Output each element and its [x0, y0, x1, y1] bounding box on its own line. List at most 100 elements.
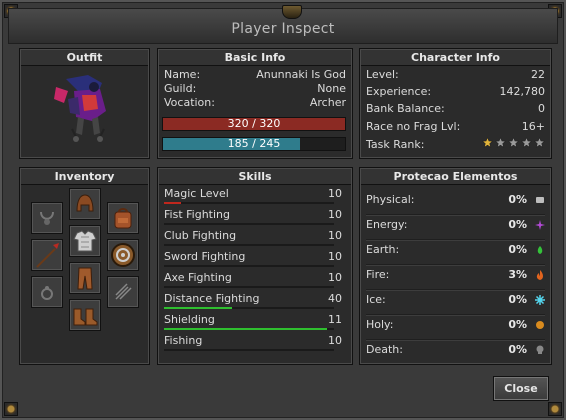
mana-bar: 185 / 245 — [162, 137, 346, 151]
ring-slot[interactable] — [31, 276, 63, 308]
skill-name: Fishing — [164, 334, 203, 347]
skill-name: Shielding — [164, 313, 215, 326]
character-info-header: Character Info — [361, 50, 550, 66]
skill-progress-track — [164, 223, 334, 225]
star-empty-icon — [495, 137, 506, 148]
skill-row: Fist Fighting 10 — [162, 207, 346, 228]
element-value: 0% — [508, 293, 527, 306]
legs-slot[interactable] — [69, 262, 101, 294]
element-value: 0% — [508, 343, 527, 356]
window-title: Player Inspect — [231, 21, 335, 37]
amulet-slot[interactable] — [31, 202, 63, 234]
element-value: 0% — [508, 243, 527, 256]
bank-balance-row: Bank Balance: 0 — [366, 101, 545, 117]
character-outfit-icon — [54, 75, 106, 142]
skill-row: Club Fighting 10 — [162, 228, 346, 249]
backpack-slot[interactable] — [107, 202, 139, 234]
corner-ornament-icon — [4, 402, 18, 416]
star-filled-icon — [482, 137, 493, 148]
star-empty-icon — [508, 137, 519, 148]
round-shield-icon — [111, 243, 135, 267]
element-name: Fire: — [366, 268, 390, 281]
skill-name: Sword Fighting — [164, 250, 246, 263]
leather-boots-icon — [73, 308, 98, 326]
skill-progress-track — [164, 265, 334, 267]
elements-header: Protecao Elementos — [361, 169, 550, 185]
skill-name: Axe Fighting — [164, 271, 232, 284]
level-label: Level: — [366, 68, 399, 81]
skill-progress-bar — [164, 307, 232, 309]
element-row: Energy: 0% — [366, 215, 545, 240]
skill-row: Axe Fighting 10 — [162, 270, 346, 291]
skill-level: 10 — [328, 187, 342, 200]
skill-level: 10 — [328, 250, 342, 263]
armor-slot[interactable] — [69, 225, 101, 257]
element-name: Ice: — [366, 293, 386, 306]
skill-progress-track — [164, 286, 334, 288]
element-value: 0% — [508, 318, 527, 331]
skill-progress-bar — [164, 202, 181, 204]
earth-icon — [537, 246, 543, 254]
elements-panel: Protecao Elementos Physical: 0% Energy: 0% E… — [359, 167, 552, 365]
skill-row: Shielding 11 — [162, 312, 346, 333]
skill-row: Magic Level 10 — [162, 186, 346, 207]
basic-info-panel: Basic Info Name: Anunnaki Is God Guild: … — [157, 48, 353, 159]
element-row: Death: 0% — [366, 340, 545, 365]
skill-progress-track — [164, 244, 334, 246]
bank-balance-label: Bank Balance: — [366, 102, 445, 115]
shield-slot[interactable] — [107, 239, 139, 271]
element-value: 0% — [508, 193, 527, 206]
element-row: Fire: 3% — [366, 265, 545, 290]
outfit-panel: Outfit — [19, 48, 150, 159]
close-button[interactable]: Close — [493, 376, 549, 401]
helmet-slot[interactable] — [69, 188, 101, 220]
ammo-slot[interactable] — [107, 276, 139, 308]
ring-icon — [41, 286, 53, 300]
level-row: Level: 22 — [366, 67, 545, 83]
skill-level: 10 — [328, 334, 342, 347]
race-frag-label: Race no Frag Lvl: — [366, 120, 461, 133]
fist-icon — [536, 197, 544, 203]
race-frag-row: Race no Frag Lvl: 16+ — [366, 119, 545, 135]
skill-level: 40 — [328, 292, 342, 305]
inventory-panel: Inventory — [19, 167, 150, 365]
skill-row: Fishing 10 — [162, 333, 346, 354]
skill-progress-track — [164, 202, 334, 204]
basic-info-header: Basic Info — [159, 50, 351, 66]
element-value: 3% — [508, 268, 527, 281]
leather-legs-icon — [77, 267, 93, 290]
title-bar[interactable]: Player Inspect — [8, 5, 558, 44]
element-name: Death: — [366, 343, 403, 356]
vocation-label: Vocation: — [164, 96, 215, 109]
experience-value: 142,780 — [499, 85, 546, 98]
skill-level: 10 — [328, 208, 342, 221]
death-icon — [536, 345, 544, 354]
skill-progress-track — [164, 307, 334, 309]
experience-label: Experience: — [366, 85, 432, 98]
element-name: Holy: — [366, 318, 394, 331]
star-empty-icon — [534, 137, 545, 148]
corner-ornament-icon — [548, 402, 562, 416]
vocation-value: Archer — [309, 96, 346, 109]
skill-name: Distance Fighting — [164, 292, 260, 305]
necklace-icon — [40, 211, 54, 225]
element-row: Holy: 0% — [366, 315, 545, 340]
experience-row: Experience: 142,780 — [366, 84, 545, 100]
character-info-panel: Character Info Level: 22 Experience: 142… — [359, 48, 552, 159]
inventory-header: Inventory — [21, 169, 148, 185]
element-name: Energy: — [366, 218, 408, 231]
mana-text: 185 / 245 — [227, 137, 281, 150]
energy-icon — [535, 220, 545, 230]
skill-row: Distance Fighting 40 — [162, 291, 346, 312]
weapon-slot[interactable] — [31, 239, 63, 271]
race-frag-value: 16+ — [521, 120, 545, 133]
skill-name: Magic Level — [164, 187, 229, 200]
skills-header: Skills — [159, 169, 351, 185]
star-empty-icon — [521, 137, 532, 148]
ammo-icon — [115, 283, 132, 300]
bank-balance-value: 0 — [538, 102, 545, 115]
skill-progress-track — [164, 328, 334, 330]
fire-icon — [536, 270, 543, 280]
holy-icon — [536, 321, 544, 329]
boots-slot[interactable] — [69, 299, 101, 331]
